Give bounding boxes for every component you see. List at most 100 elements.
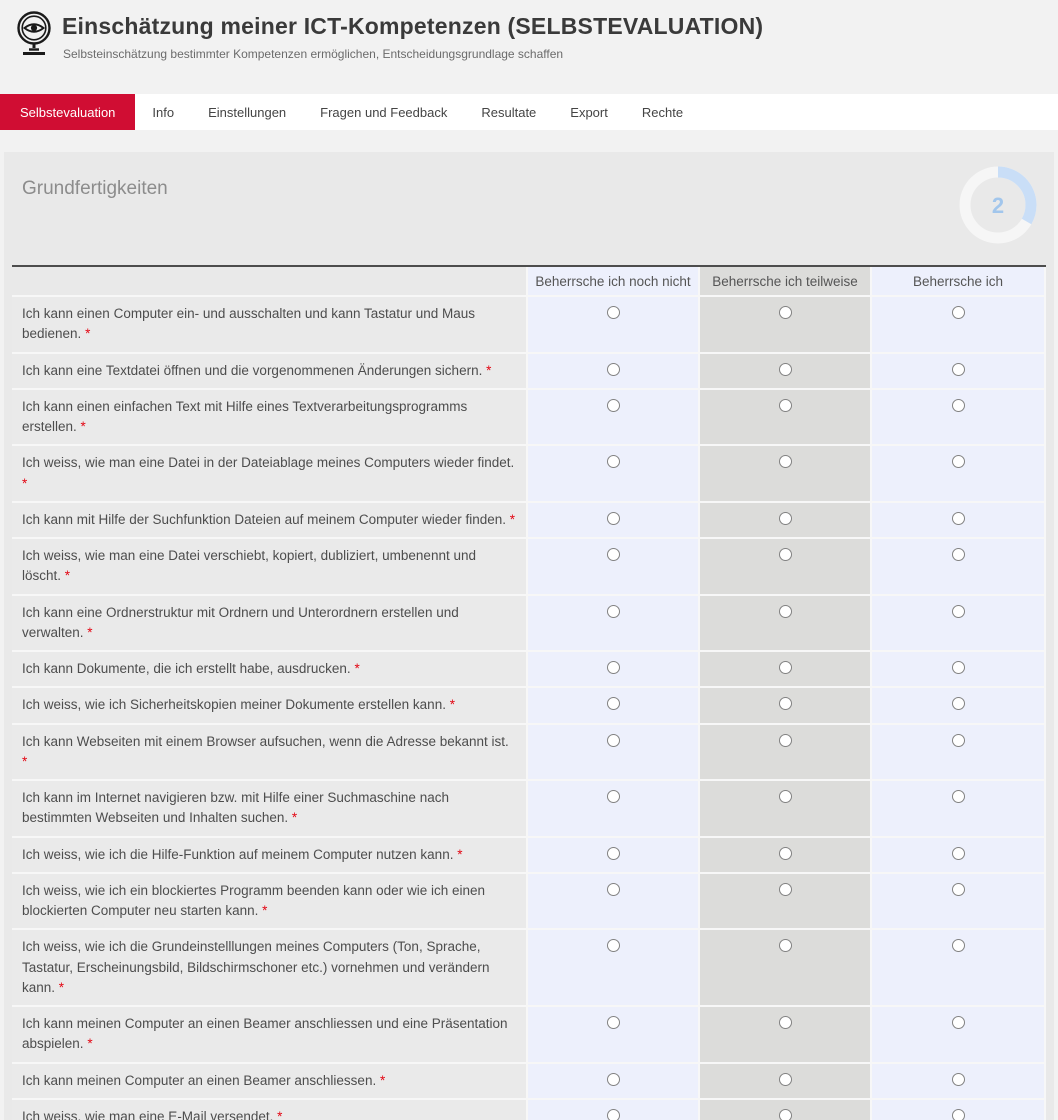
radio-icon[interactable] [607,548,620,561]
tab-export[interactable]: Export [553,94,625,130]
radio-icon[interactable] [607,697,620,710]
radio-option[interactable] [872,539,1044,594]
tab-rechte[interactable]: Rechte [625,94,700,130]
radio-icon[interactable] [779,548,792,561]
radio-icon[interactable] [607,1073,620,1086]
radio-option[interactable] [528,354,698,388]
radio-icon[interactable] [952,734,965,747]
radio-icon[interactable] [952,697,965,710]
radio-option[interactable] [872,652,1044,686]
tab-selbstevaluation[interactable]: Selbstevaluation [0,94,135,130]
radio-option[interactable] [700,874,870,929]
radio-option[interactable] [700,1007,870,1062]
tab-einstellungen[interactable]: Einstellungen [191,94,303,130]
radio-icon[interactable] [952,1109,965,1120]
radio-icon[interactable] [779,455,792,468]
radio-option[interactable] [700,930,870,1005]
radio-icon[interactable] [952,363,965,376]
radio-option[interactable] [700,297,870,352]
radio-icon[interactable] [779,399,792,412]
radio-option[interactable] [872,354,1044,388]
radio-icon[interactable] [607,939,620,952]
radio-icon[interactable] [952,1016,965,1029]
radio-icon[interactable] [952,605,965,618]
radio-option[interactable] [528,688,698,722]
radio-option[interactable] [872,781,1044,836]
radio-option[interactable] [528,930,698,1005]
radio-icon[interactable] [952,512,965,525]
radio-icon[interactable] [779,883,792,896]
radio-option[interactable] [528,874,698,929]
radio-option[interactable] [700,838,870,872]
radio-option[interactable] [872,1007,1044,1062]
radio-option[interactable] [872,688,1044,722]
radio-icon[interactable] [607,1016,620,1029]
radio-option[interactable] [700,725,870,780]
radio-icon[interactable] [607,790,620,803]
radio-icon[interactable] [779,790,792,803]
radio-option[interactable] [528,539,698,594]
radio-icon[interactable] [607,883,620,896]
radio-icon[interactable] [607,399,620,412]
radio-option[interactable] [700,688,870,722]
radio-option[interactable] [700,503,870,537]
radio-option[interactable] [700,781,870,836]
radio-option[interactable] [528,1064,698,1098]
radio-option[interactable] [872,725,1044,780]
radio-icon[interactable] [952,939,965,952]
radio-option[interactable] [528,503,698,537]
radio-icon[interactable] [779,661,792,674]
radio-option[interactable] [872,1064,1044,1098]
radio-option[interactable] [872,390,1044,445]
radio-option[interactable] [528,446,698,501]
radio-icon[interactable] [952,306,965,319]
radio-option[interactable] [528,596,698,651]
radio-option[interactable] [528,390,698,445]
radio-icon[interactable] [607,661,620,674]
radio-icon[interactable] [607,306,620,319]
radio-option[interactable] [528,838,698,872]
radio-icon[interactable] [952,455,965,468]
radio-icon[interactable] [952,399,965,412]
radio-option[interactable] [872,838,1044,872]
radio-option[interactable] [528,725,698,780]
radio-option[interactable] [528,652,698,686]
radio-icon[interactable] [607,363,620,376]
radio-option[interactable] [872,596,1044,651]
radio-option[interactable] [700,446,870,501]
radio-option[interactable] [700,1100,870,1120]
radio-option[interactable] [528,297,698,352]
radio-icon[interactable] [779,605,792,618]
radio-option[interactable] [872,930,1044,1005]
radio-icon[interactable] [779,847,792,860]
radio-icon[interactable] [952,548,965,561]
tab-resultate[interactable]: Resultate [464,94,553,130]
radio-icon[interactable] [779,306,792,319]
radio-icon[interactable] [779,363,792,376]
radio-option[interactable] [700,596,870,651]
radio-icon[interactable] [607,734,620,747]
radio-icon[interactable] [779,697,792,710]
radio-icon[interactable] [779,1109,792,1120]
radio-icon[interactable] [779,734,792,747]
radio-icon[interactable] [779,1016,792,1029]
radio-icon[interactable] [607,1109,620,1120]
tab-fragen-und-feedback[interactable]: Fragen und Feedback [303,94,464,130]
radio-icon[interactable] [952,847,965,860]
radio-icon[interactable] [952,1073,965,1086]
radio-option[interactable] [700,539,870,594]
radio-icon[interactable] [952,883,965,896]
radio-icon[interactable] [779,1073,792,1086]
radio-option[interactable] [872,446,1044,501]
radio-option[interactable] [528,1100,698,1120]
radio-icon[interactable] [607,455,620,468]
radio-icon[interactable] [779,512,792,525]
tab-info[interactable]: Info [135,94,191,130]
radio-icon[interactable] [779,939,792,952]
radio-option[interactable] [872,297,1044,352]
radio-icon[interactable] [607,512,620,525]
radio-icon[interactable] [607,605,620,618]
radio-icon[interactable] [952,661,965,674]
radio-option[interactable] [528,781,698,836]
radio-icon[interactable] [607,847,620,860]
